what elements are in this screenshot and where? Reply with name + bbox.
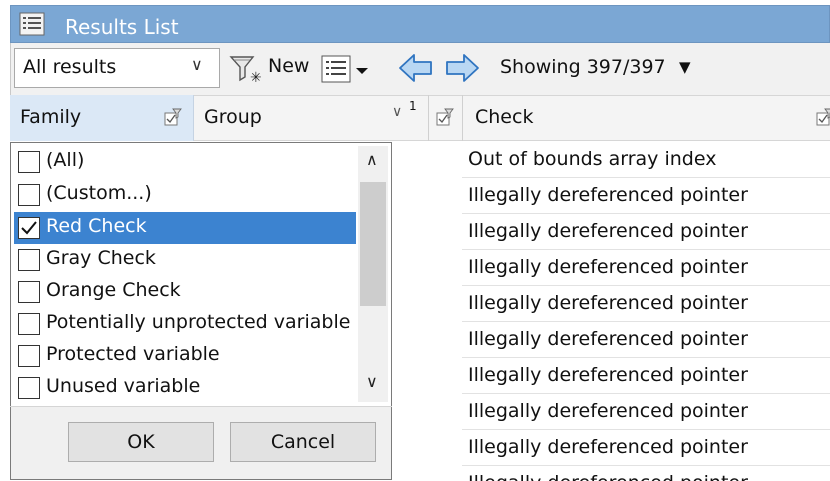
column-filter-icon[interactable] xyxy=(436,108,454,126)
filter-option-unused-variable[interactable]: Unused variable xyxy=(14,372,356,404)
column-filter-icon[interactable] xyxy=(164,108,182,126)
new-filter-button[interactable]: ✳ New xyxy=(228,52,314,86)
filter-option-protected-variable[interactable]: Protected variable xyxy=(14,340,356,372)
check-cell: Illegally dereferenced pointer xyxy=(468,436,748,458)
checkmark-icon xyxy=(21,221,37,235)
filter-option-red-check[interactable]: Red Check xyxy=(14,212,356,244)
filter-option-gray-check[interactable]: Gray Check xyxy=(14,244,356,276)
showing-count: Showing 397/397 xyxy=(500,56,666,78)
check-cell: Illegally dereferenced pointer xyxy=(468,364,748,386)
ok-button[interactable]: OK xyxy=(68,422,214,462)
forward-arrow-icon[interactable] xyxy=(444,52,480,84)
new-label: New xyxy=(268,55,310,77)
check-cell: Illegally dereferenced pointer xyxy=(468,292,748,314)
svg-text:✳: ✳ xyxy=(250,70,262,84)
list-window-icon xyxy=(19,12,45,36)
checkbox[interactable] xyxy=(18,184,40,206)
back-arrow-icon[interactable] xyxy=(398,52,434,84)
table-row[interactable]: Illegally dereferenced pointer xyxy=(462,322,830,358)
sort-descending-icon: ∨ xyxy=(392,104,403,120)
vertical-scrollbar[interactable]: ∧ ∨ xyxy=(358,146,388,402)
filter-option-label: (Custom...) xyxy=(46,182,152,204)
filter-options-list: (All) (Custom...) Red Check Gray Check O… xyxy=(10,144,390,406)
caret-down-icon[interactable]: ▼ xyxy=(679,58,691,76)
table-row[interactable]: Illegally dereferenced pointer xyxy=(462,286,830,322)
column-divider xyxy=(428,95,429,141)
filter-option-label: Unused variable xyxy=(46,375,201,397)
table-row[interactable]: Illegally dereferenced pointer xyxy=(462,394,830,430)
checkbox[interactable] xyxy=(18,281,40,303)
filter-option-label: Gray Check xyxy=(46,247,156,269)
results-filter-select[interactable]: All results ∨ xyxy=(14,48,220,88)
column-filter-icon[interactable] xyxy=(816,108,830,126)
checkbox-checked[interactable] xyxy=(18,217,40,239)
check-cell: Illegally dereferenced pointer xyxy=(468,472,748,481)
scrollbar-thumb[interactable] xyxy=(360,182,386,306)
filter-option-all[interactable]: (All) xyxy=(14,146,356,178)
filter-option-custom[interactable]: (Custom...) xyxy=(14,179,356,211)
checkbox[interactable] xyxy=(18,345,40,367)
scroll-up-icon[interactable]: ∧ xyxy=(366,150,378,169)
group-header-label[interactable]: Group xyxy=(204,106,262,128)
scroll-down-icon[interactable]: ∨ xyxy=(366,372,378,391)
filter-option-label: Orange Check xyxy=(46,279,181,301)
checkbox[interactable] xyxy=(18,313,40,335)
column-divider xyxy=(462,95,463,141)
filter-option-label: (All) xyxy=(46,149,85,171)
filter-option-label: Potentially unprotected variable xyxy=(46,311,351,333)
check-cell: Illegally dereferenced pointer xyxy=(468,220,748,242)
checkbox[interactable] xyxy=(18,151,40,173)
table-row[interactable]: Out of bounds array index xyxy=(462,142,830,178)
cancel-button[interactable]: Cancel xyxy=(230,422,376,462)
family-header-label: Family xyxy=(20,106,82,128)
filter-option-orange-check[interactable]: Orange Check xyxy=(14,276,356,308)
view-menu-button[interactable] xyxy=(320,52,376,86)
check-cell: Illegally dereferenced pointer xyxy=(468,328,748,350)
table-row[interactable]: Illegally dereferenced pointer xyxy=(462,466,830,481)
checkbox[interactable] xyxy=(18,377,40,399)
filter-new-icon: ✳ xyxy=(229,56,262,84)
table-row[interactable]: Illegally dereferenced pointer xyxy=(462,250,830,286)
table-row[interactable]: Illegally dereferenced pointer xyxy=(462,214,830,250)
checkbox[interactable] xyxy=(18,249,40,271)
table-row[interactable]: Illegally dereferenced pointer xyxy=(462,178,830,214)
check-cell: Illegally dereferenced pointer xyxy=(468,256,748,278)
view-menu-icon xyxy=(321,55,368,83)
filter-option-label: Red Check xyxy=(46,215,147,237)
sort-order-index: 1 xyxy=(409,99,417,113)
table-row[interactable]: Illegally dereferenced pointer xyxy=(462,358,830,394)
check-header-label[interactable]: Check xyxy=(475,106,533,128)
filter-option-label: Protected variable xyxy=(46,343,220,365)
title-bar: Results List xyxy=(10,5,830,43)
check-cell: Illegally dereferenced pointer xyxy=(468,184,748,206)
table-row[interactable]: Illegally dereferenced pointer xyxy=(462,430,830,466)
filter-option-unprotected-variable[interactable]: Potentially unprotected variable xyxy=(14,308,356,340)
check-cell: Out of bounds array index xyxy=(468,148,717,170)
window-title: Results List xyxy=(65,15,179,39)
results-filter-value: All results xyxy=(23,56,117,78)
chevron-down-icon: ∨ xyxy=(191,55,203,74)
check-cell: Illegally dereferenced pointer xyxy=(468,400,748,422)
